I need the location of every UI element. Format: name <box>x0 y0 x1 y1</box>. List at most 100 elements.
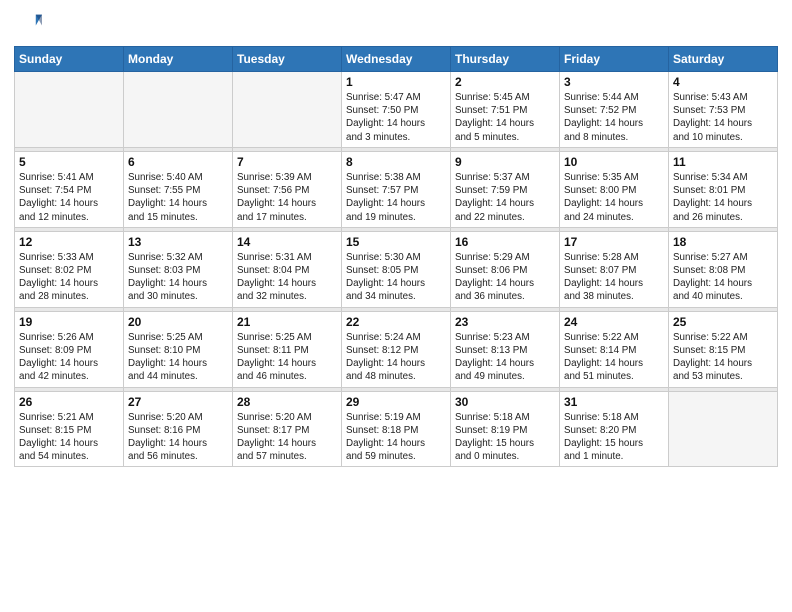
day-number: 31 <box>564 395 664 409</box>
day-number: 9 <box>455 155 555 169</box>
day-number: 8 <box>346 155 446 169</box>
day-number: 24 <box>564 315 664 329</box>
day-info: Sunrise: 5:31 AMSunset: 8:04 PMDaylight:… <box>237 251 337 304</box>
calendar-cell <box>233 72 342 148</box>
day-info: Sunrise: 5:45 AMSunset: 7:51 PMDaylight:… <box>455 91 555 144</box>
day-info: Sunrise: 5:40 AMSunset: 7:55 PMDaylight:… <box>128 171 228 224</box>
calendar-cell: 26 Sunrise: 5:21 AMSunset: 8:15 PMDayligh… <box>15 391 124 467</box>
day-info: Sunrise: 5:32 AMSunset: 8:03 PMDaylight:… <box>128 251 228 304</box>
day-number: 20 <box>128 315 228 329</box>
calendar-cell: 19 Sunrise: 5:26 AMSunset: 8:09 PMDayligh… <box>15 311 124 387</box>
day-number: 27 <box>128 395 228 409</box>
week-row-1: 1 Sunrise: 5:47 AMSunset: 7:50 PMDaylight… <box>15 72 778 148</box>
generalblue-logo-icon <box>14 10 42 38</box>
day-info: Sunrise: 5:18 AMSunset: 8:20 PMDaylight:… <box>564 411 664 464</box>
week-row-3: 12Sunrise: 5:33 AMSunset: 8:02 PMDayligh… <box>15 231 778 307</box>
calendar-cell: 10 Sunrise: 5:35 AMSunset: 8:00 PMDayligh… <box>560 151 669 227</box>
logo <box>14 10 46 38</box>
calendar-cell: 16 Sunrise: 5:29 AMSunset: 8:06 PMDayligh… <box>451 231 560 307</box>
day-number: 10 <box>564 155 664 169</box>
week-row-4: 19 Sunrise: 5:26 AMSunset: 8:09 PMDayligh… <box>15 311 778 387</box>
day-number: 17 <box>564 235 664 249</box>
day-info: Sunrise: 5:20 AMSunset: 8:17 PMDaylight:… <box>237 411 337 464</box>
calendar-cell: 7 Sunrise: 5:39 AMSunset: 7:56 PMDaylight… <box>233 151 342 227</box>
day-number: 22 <box>346 315 446 329</box>
calendar-cell: 14 Sunrise: 5:31 AMSunset: 8:04 PMDayligh… <box>233 231 342 307</box>
day-info: Sunrise: 5:35 AMSunset: 8:00 PMDaylight:… <box>564 171 664 224</box>
calendar-cell: 30 Sunrise: 5:18 AMSunset: 8:19 PMDayligh… <box>451 391 560 467</box>
day-info: Sunrise: 5:26 AMSunset: 8:09 PMDaylight:… <box>19 331 119 384</box>
day-info: Sunrise: 5:24 AMSunset: 8:12 PMDaylight:… <box>346 331 446 384</box>
calendar-cell: 1 Sunrise: 5:47 AMSunset: 7:50 PMDaylight… <box>342 72 451 148</box>
calendar-cell: 15Sunrise: 5:30 AMSunset: 8:05 PMDayligh… <box>342 231 451 307</box>
calendar-cell: 13Sunrise: 5:32 AMSunset: 8:03 PMDayligh… <box>124 231 233 307</box>
day-number: 5 <box>19 155 119 169</box>
day-number: 2 <box>455 75 555 89</box>
calendar-cell: 20 Sunrise: 5:25 AMSunset: 8:10 PMDayligh… <box>124 311 233 387</box>
day-number: 4 <box>673 75 773 89</box>
calendar-cell: 24 Sunrise: 5:22 AMSunset: 8:14 PMDayligh… <box>560 311 669 387</box>
calendar-cell: 5 Sunrise: 5:41 AMSunset: 7:54 PMDaylight… <box>15 151 124 227</box>
weekday-header-saturday: Saturday <box>669 47 778 72</box>
day-info: Sunrise: 5:22 AMSunset: 8:14 PMDaylight:… <box>564 331 664 384</box>
calendar-cell: 23 Sunrise: 5:23 AMSunset: 8:13 PMDayligh… <box>451 311 560 387</box>
day-info: Sunrise: 5:30 AMSunset: 8:05 PMDaylight:… <box>346 251 446 304</box>
calendar-cell: 11 Sunrise: 5:34 AMSunset: 8:01 PMDayligh… <box>669 151 778 227</box>
day-number: 26 <box>19 395 119 409</box>
calendar-cell: 6 Sunrise: 5:40 AMSunset: 7:55 PMDaylight… <box>124 151 233 227</box>
day-number: 16 <box>455 235 555 249</box>
weekday-header-thursday: Thursday <box>451 47 560 72</box>
header <box>14 10 778 38</box>
day-info: Sunrise: 5:23 AMSunset: 8:13 PMDaylight:… <box>455 331 555 384</box>
calendar-table: SundayMondayTuesdayWednesdayThursdayFrid… <box>14 46 778 467</box>
calendar-cell: 17 Sunrise: 5:28 AMSunset: 8:07 PMDayligh… <box>560 231 669 307</box>
day-number: 19 <box>19 315 119 329</box>
day-number: 29 <box>346 395 446 409</box>
day-number: 28 <box>237 395 337 409</box>
page: SundayMondayTuesdayWednesdayThursdayFrid… <box>0 0 792 477</box>
day-number: 30 <box>455 395 555 409</box>
day-number: 11 <box>673 155 773 169</box>
day-info: Sunrise: 5:34 AMSunset: 8:01 PMDaylight:… <box>673 171 773 224</box>
weekday-header-tuesday: Tuesday <box>233 47 342 72</box>
day-info: Sunrise: 5:41 AMSunset: 7:54 PMDaylight:… <box>19 171 119 224</box>
calendar-cell: 8 Sunrise: 5:38 AMSunset: 7:57 PMDaylight… <box>342 151 451 227</box>
day-info: Sunrise: 5:25 AMSunset: 8:10 PMDaylight:… <box>128 331 228 384</box>
day-info: Sunrise: 5:29 AMSunset: 8:06 PMDaylight:… <box>455 251 555 304</box>
day-number: 1 <box>346 75 446 89</box>
day-info: Sunrise: 5:43 AMSunset: 7:53 PMDaylight:… <box>673 91 773 144</box>
day-number: 25 <box>673 315 773 329</box>
day-info: Sunrise: 5:44 AMSunset: 7:52 PMDaylight:… <box>564 91 664 144</box>
day-info: Sunrise: 5:28 AMSunset: 8:07 PMDaylight:… <box>564 251 664 304</box>
day-info: Sunrise: 5:21 AMSunset: 8:15 PMDaylight:… <box>19 411 119 464</box>
calendar-cell: 22 Sunrise: 5:24 AMSunset: 8:12 PMDayligh… <box>342 311 451 387</box>
day-number: 14 <box>237 235 337 249</box>
calendar-cell: 21 Sunrise: 5:25 AMSunset: 8:11 PMDayligh… <box>233 311 342 387</box>
day-info: Sunrise: 5:39 AMSunset: 7:56 PMDaylight:… <box>237 171 337 224</box>
calendar-cell: 2 Sunrise: 5:45 AMSunset: 7:51 PMDaylight… <box>451 72 560 148</box>
weekday-header-sunday: Sunday <box>15 47 124 72</box>
day-info: Sunrise: 5:33 AMSunset: 8:02 PMDaylight:… <box>19 251 119 304</box>
day-info: Sunrise: 5:18 AMSunset: 8:19 PMDaylight:… <box>455 411 555 464</box>
day-info: Sunrise: 5:37 AMSunset: 7:59 PMDaylight:… <box>455 171 555 224</box>
calendar-cell <box>124 72 233 148</box>
calendar-cell: 29 Sunrise: 5:19 AMSunset: 8:18 PMDayligh… <box>342 391 451 467</box>
calendar-cell <box>669 391 778 467</box>
day-number: 3 <box>564 75 664 89</box>
day-number: 23 <box>455 315 555 329</box>
calendar-cell: 9 Sunrise: 5:37 AMSunset: 7:59 PMDaylight… <box>451 151 560 227</box>
day-info: Sunrise: 5:19 AMSunset: 8:18 PMDaylight:… <box>346 411 446 464</box>
day-number: 18 <box>673 235 773 249</box>
day-info: Sunrise: 5:25 AMSunset: 8:11 PMDaylight:… <box>237 331 337 384</box>
day-number: 21 <box>237 315 337 329</box>
week-row-2: 5 Sunrise: 5:41 AMSunset: 7:54 PMDaylight… <box>15 151 778 227</box>
calendar-cell: 28 Sunrise: 5:20 AMSunset: 8:17 PMDayligh… <box>233 391 342 467</box>
calendar-cell: 18Sunrise: 5:27 AMSunset: 8:08 PMDayligh… <box>669 231 778 307</box>
calendar-cell: 12Sunrise: 5:33 AMSunset: 8:02 PMDayligh… <box>15 231 124 307</box>
day-info: Sunrise: 5:47 AMSunset: 7:50 PMDaylight:… <box>346 91 446 144</box>
day-info: Sunrise: 5:20 AMSunset: 8:16 PMDaylight:… <box>128 411 228 464</box>
day-number: 6 <box>128 155 228 169</box>
weekday-header-row: SundayMondayTuesdayWednesdayThursdayFrid… <box>15 47 778 72</box>
day-number: 7 <box>237 155 337 169</box>
day-info: Sunrise: 5:38 AMSunset: 7:57 PMDaylight:… <box>346 171 446 224</box>
